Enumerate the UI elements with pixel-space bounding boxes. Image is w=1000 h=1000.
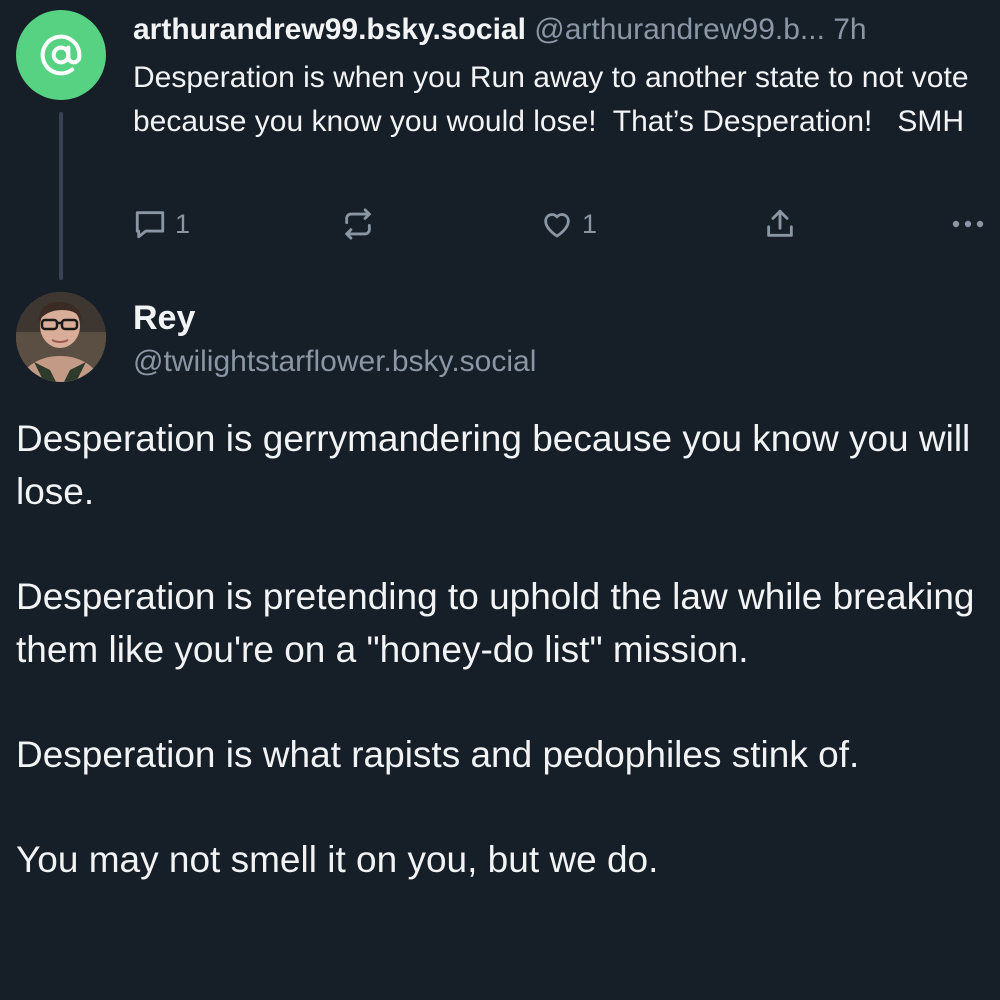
at-sign-icon: [39, 33, 83, 77]
reply-paragraph: You may not smell it on you, but we do.: [16, 839, 659, 880]
parent-post-text: Desperation is when you Run away to anot…: [133, 61, 977, 138]
parent-avatar[interactable]: [16, 10, 106, 100]
comment-icon: [133, 207, 167, 241]
parent-display-name[interactable]: arthurandrew99.bsky.social: [133, 13, 526, 46]
thread-connector-line: [59, 112, 63, 280]
share-button[interactable]: [763, 200, 797, 248]
share-icon: [763, 207, 797, 241]
parent-post-actions: 1 1: [133, 200, 1000, 248]
reply-count: 1: [175, 208, 191, 239]
heart-icon: [540, 207, 574, 241]
reply-button[interactable]: 1: [133, 200, 190, 248]
reply-paragraph: Desperation is gerrymandering because yo…: [16, 418, 981, 512]
reply-avatar[interactable]: [16, 292, 106, 382]
reply-paragraph: Desperation is what rapists and pedophil…: [16, 734, 860, 775]
like-button[interactable]: 1: [540, 200, 597, 248]
reply-handle[interactable]: @twilightstarflower.bsky.social: [133, 340, 536, 384]
more-options-button[interactable]: [948, 200, 988, 248]
reply-post-text: Desperation is gerrymandering because yo…: [16, 412, 991, 938]
like-count: 1: [582, 208, 598, 239]
parent-handle[interactable]: @arthurandrew99.b...: [526, 13, 825, 46]
reply-display-name[interactable]: Rey: [133, 296, 195, 340]
reply-paragraph: Desperation is pretending to uphold the …: [16, 576, 985, 670]
parent-post-header: arthurandrew99.bsky.social @arthurandrew…: [133, 8, 1000, 52]
repost-button[interactable]: [341, 200, 375, 248]
more-options-icon: [948, 207, 988, 241]
parent-timestamp[interactable]: 7h: [825, 13, 866, 46]
repost-icon: [341, 207, 375, 241]
